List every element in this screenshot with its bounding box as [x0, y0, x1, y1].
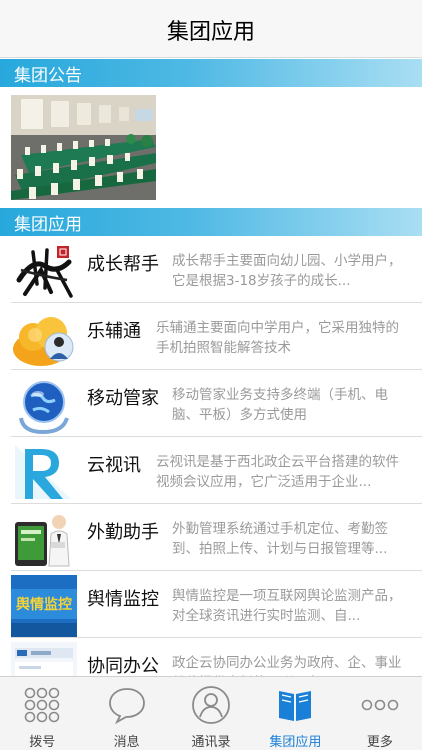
- app-description: 乐辅通主要面向中学用户，它采用独特的手机拍照智能解答技术: [156, 320, 399, 356]
- section-header-apps: 集团应用: [0, 208, 422, 236]
- app-description: 移动管家业务支持多终端（手机、电脑、平板）多方式使用: [172, 387, 388, 423]
- calligraphy-icon: [11, 240, 77, 302]
- opinion-monitor-icon: 舆情监控: [11, 575, 77, 637]
- section-header-notice: 集团公告: [0, 59, 422, 87]
- app-item-growth-helper[interactable]: 成长帮手 成长帮手主要面向幼儿园、小学用户，它是根据3-18岁孩子的成长...: [0, 236, 422, 303]
- page-title: 集团应用: [166, 19, 255, 45]
- tab-label: 更多: [366, 735, 393, 750]
- tab-label: 通讯录: [191, 735, 231, 750]
- app-description: 舆情监控是一项互联网舆论监测产品，对全球资讯进行实时监测、自...: [172, 588, 402, 624]
- navigation-bar: 集团应用: [0, 0, 422, 58]
- app-item-collab-office[interactable]: 协同办公 政企云协同办公业务为政府、企、事业单位提供全新的互联网办公...: [0, 638, 422, 676]
- app-name: 成长帮手: [87, 254, 159, 275]
- app-description: 政企云协同办公业务为政府、企、事业单位提供全新的互联网办公...: [172, 655, 402, 676]
- app-item-le-fu-tong[interactable]: 乐辅通 乐辅通主要面向中学用户，它采用独特的手机拍照智能解答技术: [0, 303, 422, 370]
- collab-office-icon: [11, 642, 77, 676]
- field-assistant-icon: [11, 508, 77, 570]
- app-name: 舆情监控: [87, 589, 159, 610]
- tab-label: 消息: [113, 735, 140, 750]
- app-name: 云视讯: [87, 455, 141, 476]
- more-dots-icon: [360, 685, 400, 725]
- app-item-field-assistant[interactable]: 外勤助手 外勤管理系统通过手机定位、考勤签到、拍照上传、计划与日报管理等...: [0, 504, 422, 571]
- video-r-icon: [11, 441, 77, 503]
- app-item-mobile-butler[interactable]: 移动管家 移动管家业务支持多终端（手机、电脑、平板）多方式使用: [0, 370, 422, 437]
- app-name: 外勤助手: [87, 522, 159, 543]
- chat-bubble-icon: [107, 685, 147, 725]
- tab-contacts[interactable]: 通讯录: [169, 677, 253, 750]
- tab-group-apps[interactable]: 集团应用: [253, 677, 337, 750]
- tab-more[interactable]: 更多: [338, 677, 422, 750]
- app-name: 乐辅通: [87, 321, 141, 342]
- app-list: 成长帮手 成长帮手主要面向幼儿园、小学用户，它是根据3-18岁孩子的成长... …: [0, 236, 422, 676]
- opinion-monitor-icon-text: 舆情监控: [16, 597, 72, 613]
- notice-area: [0, 87, 422, 208]
- tab-messages[interactable]: 消息: [84, 677, 168, 750]
- globe-hands-icon: [11, 374, 77, 436]
- app-name: 协同办公: [87, 656, 159, 676]
- notice-photo[interactable]: [11, 95, 156, 200]
- app-item-opinion-monitor[interactable]: 舆情监控 舆情监控 舆情监控是一项互联网舆论监测产品，对全球资讯进行实时监测、自…: [0, 571, 422, 638]
- app-name: 移动管家: [87, 388, 159, 409]
- tab-label: 集团应用: [269, 735, 322, 750]
- app-description: 成长帮手主要面向幼儿园、小学用户，它是根据3-18岁孩子的成长...: [172, 253, 402, 289]
- book-icon: [275, 685, 315, 725]
- cloud-user-icon: [11, 307, 77, 369]
- tab-dialpad[interactable]: 拨号: [0, 677, 84, 750]
- contact-icon: [191, 685, 231, 725]
- dialpad-icon: [22, 685, 62, 725]
- tab-label: 拨号: [29, 735, 56, 750]
- app-description: 云视讯是基于西北政企云平台搭建的软件视频会议应用，它广泛适用于企业...: [156, 454, 399, 490]
- tab-bar: 拨号 消息 通讯录 集团应用 更多: [0, 676, 422, 750]
- app-description: 外勤管理系统通过手机定位、考勤签到、拍照上传、计划与日报管理等...: [172, 521, 388, 557]
- app-item-cloud-video[interactable]: 云视讯 云视讯是基于西北政企云平台搭建的软件视频会议应用，它广泛适用于企业...: [0, 437, 422, 504]
